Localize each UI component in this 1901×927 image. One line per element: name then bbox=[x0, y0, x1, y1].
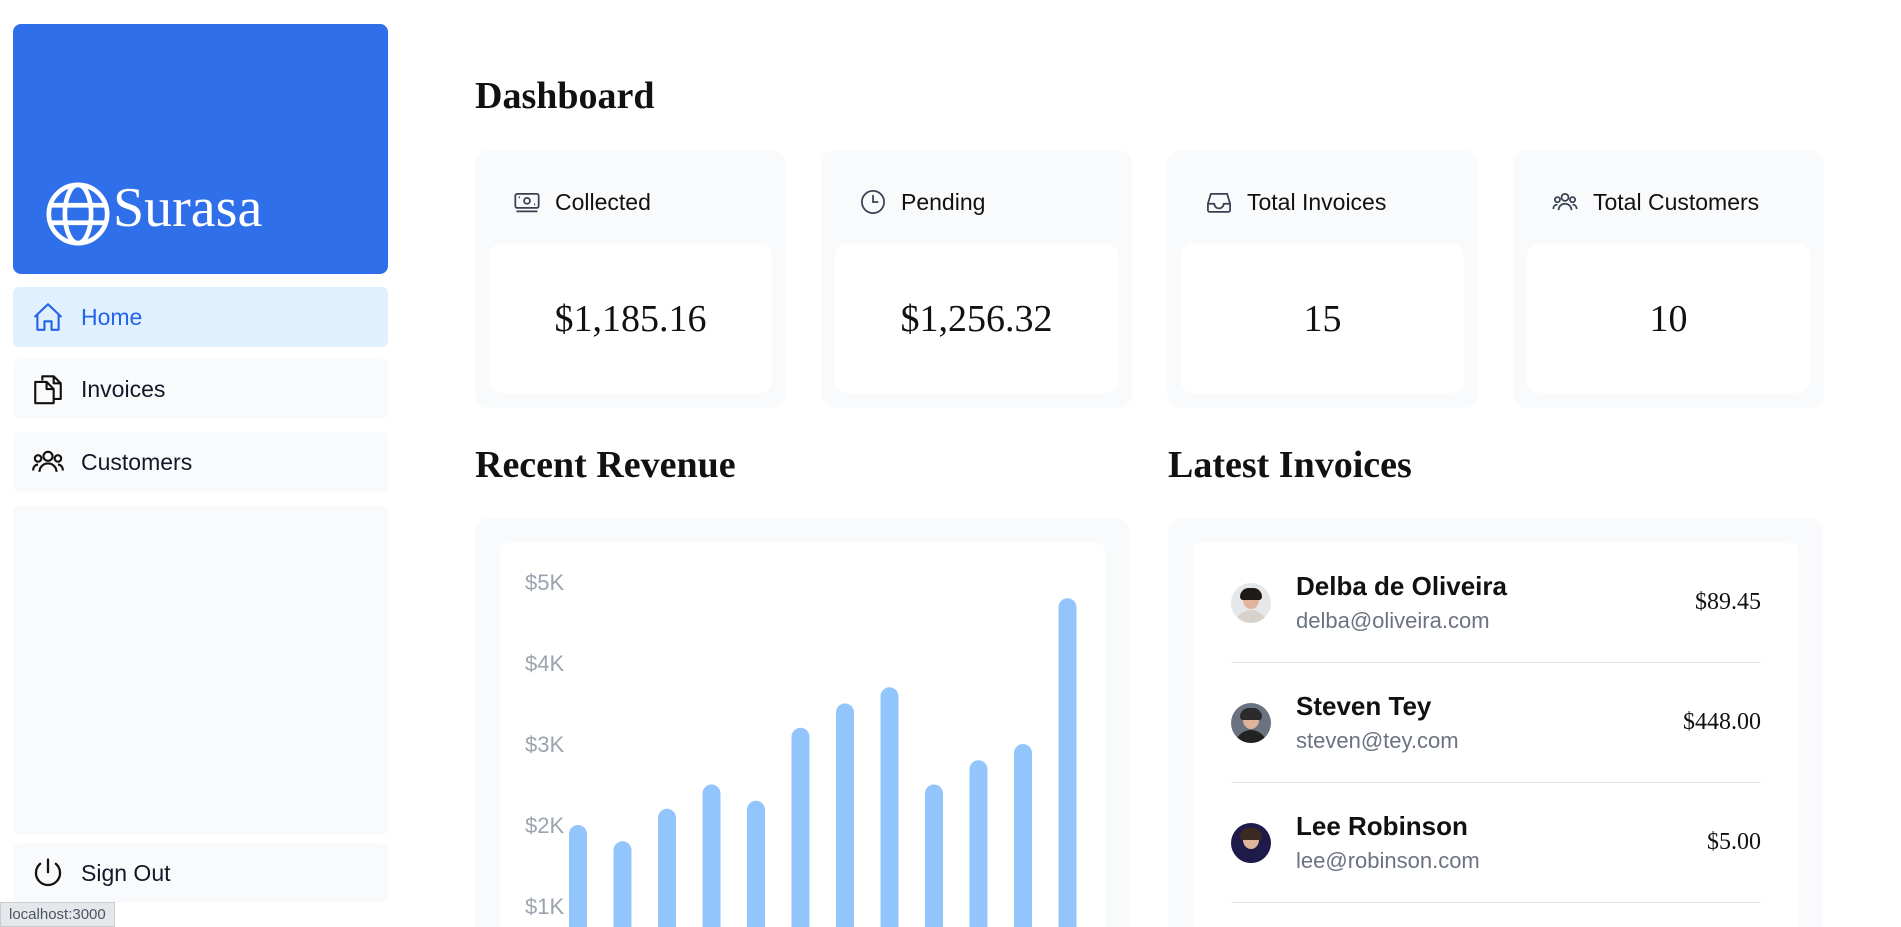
card-value: 10 bbox=[1527, 244, 1810, 393]
card-pending: Pending $1,256.32 bbox=[821, 150, 1132, 408]
y-tick-label: $1K bbox=[525, 894, 564, 919]
status-bar-url: localhost:3000 bbox=[0, 902, 115, 927]
y-tick-label: $2K bbox=[525, 813, 564, 838]
card-header: Total Customers bbox=[1551, 188, 1759, 216]
power-icon bbox=[34, 858, 62, 887]
card-collected: Collected $1,185.16 bbox=[475, 150, 786, 408]
nav-item-customers[interactable]: Customers bbox=[13, 432, 388, 492]
customer-name: Lee Robinson bbox=[1296, 811, 1468, 841]
card-header: Collected bbox=[513, 188, 651, 216]
card-title: Total Customers bbox=[1593, 188, 1760, 215]
revenue-bar[interactable] bbox=[1014, 744, 1032, 927]
invoice-amount: $89.45 bbox=[1695, 589, 1761, 615]
invoice-customer: Lee Robinson lee@robinson.com bbox=[1296, 811, 1707, 874]
revenue-bar-chart: $5K $4K $3K $2K $1K bbox=[525, 570, 1077, 927]
revenue-bar[interactable] bbox=[747, 800, 765, 927]
card-title: Collected bbox=[555, 188, 651, 215]
invoice-row[interactable]: Delba de Oliveira delba@oliveira.com $89… bbox=[1231, 543, 1761, 663]
revenue-bar[interactable] bbox=[880, 687, 899, 927]
customer-email: lee@robinson.com bbox=[1296, 848, 1480, 873]
y-tick-label: $3K bbox=[525, 732, 564, 757]
invoice-row[interactable]: Steven Tey steven@tey.com $448.00 bbox=[1231, 663, 1761, 783]
customer-avatar bbox=[1231, 822, 1271, 863]
revenue-bar[interactable] bbox=[791, 727, 810, 927]
card-header: Total Invoices bbox=[1205, 188, 1386, 216]
invoice-customer: Steven Tey steven@tey.com bbox=[1296, 691, 1683, 754]
latest-invoices-list: Delba de Oliveira delba@oliveira.com $89… bbox=[1193, 543, 1798, 927]
customer-name: Steven Tey bbox=[1296, 691, 1432, 721]
nav-item-invoices[interactable]: Invoices bbox=[13, 359, 388, 419]
invoice-amount: $5.00 bbox=[1707, 829, 1761, 855]
revenue-bar[interactable] bbox=[613, 841, 632, 927]
revenue-chart: $5K $4K $3K $2K $1K bbox=[500, 543, 1105, 927]
nav-item-home[interactable]: Home bbox=[13, 287, 388, 347]
banknotes-icon bbox=[514, 192, 540, 213]
y-tick-label: $5K bbox=[525, 570, 564, 595]
card-total-customers: Total Customers 10 bbox=[1513, 150, 1824, 408]
page-title: Dashboard bbox=[475, 75, 655, 117]
revenue-panel: $5K $4K $3K $2K $1K bbox=[475, 518, 1130, 927]
invoice-customer: Delba de Oliveira delba@oliveira.com bbox=[1296, 571, 1695, 634]
customer-avatar bbox=[1231, 702, 1271, 743]
revenue-bar[interactable] bbox=[1058, 598, 1077, 927]
home-icon bbox=[33, 303, 63, 331]
customer-email: steven@tey.com bbox=[1296, 728, 1459, 753]
nav-label-home: Home bbox=[81, 303, 143, 330]
customer-name: Delba de Oliveira bbox=[1296, 571, 1507, 601]
card-total-invoices: Total Invoices 15 bbox=[1167, 150, 1478, 408]
revenue-bar[interactable] bbox=[969, 760, 988, 927]
card-value: $1,256.32 bbox=[835, 244, 1118, 393]
recent-revenue-title: Recent Revenue bbox=[475, 444, 736, 486]
sign-out-label: Sign Out bbox=[81, 859, 171, 886]
customer-avatar bbox=[1231, 582, 1271, 623]
invoice-amount: $448.00 bbox=[1683, 709, 1761, 735]
revenue-bar[interactable] bbox=[925, 784, 943, 927]
revenue-bar[interactable] bbox=[658, 808, 676, 927]
latest-invoices-panel: Delba de Oliveira delba@oliveira.com $89… bbox=[1168, 518, 1823, 927]
card-title: Total Invoices bbox=[1247, 188, 1387, 215]
card-header: Pending bbox=[859, 188, 985, 216]
sidebar-spacer bbox=[13, 505, 388, 835]
user-group-icon bbox=[1552, 192, 1578, 211]
globe-icon bbox=[46, 182, 110, 246]
sidebar: Surasa Home Invoices Customers Sign Out bbox=[13, 24, 388, 904]
revenue-bar[interactable] bbox=[702, 784, 721, 927]
invoice-row[interactable]: Lee Robinson lee@robinson.com $5.00 bbox=[1231, 783, 1761, 903]
latest-invoices-title: Latest Invoices bbox=[1168, 444, 1412, 486]
documents-icon bbox=[34, 375, 62, 405]
revenue-bar[interactable] bbox=[569, 825, 587, 927]
brand-name: Surasa bbox=[113, 177, 263, 239]
users-icon bbox=[32, 450, 64, 473]
card-value: $1,185.16 bbox=[489, 244, 772, 393]
revenue-bar[interactable] bbox=[836, 703, 854, 927]
card-value: 15 bbox=[1181, 244, 1464, 393]
nav-label-invoices: Invoices bbox=[81, 375, 166, 402]
customer-email: delba@oliveira.com bbox=[1296, 608, 1490, 633]
y-tick-label: $4K bbox=[525, 651, 564, 676]
nav-label-customers: Customers bbox=[81, 448, 193, 475]
brand-logo[interactable]: Surasa bbox=[13, 24, 388, 274]
card-title: Pending bbox=[901, 188, 986, 215]
sign-out-button[interactable]: Sign Out bbox=[13, 843, 388, 903]
inbox-icon bbox=[1207, 192, 1231, 213]
clock-icon bbox=[861, 190, 885, 214]
